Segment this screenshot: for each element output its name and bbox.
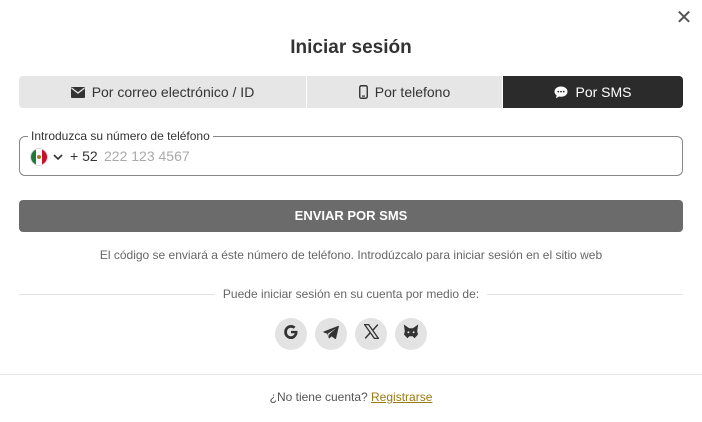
mexico-flag-icon [30, 148, 48, 166]
chevron-down-icon [53, 148, 63, 166]
country-selector[interactable] [30, 148, 63, 166]
send-sms-button[interactable]: ENVIAR POR SMS [19, 200, 683, 232]
social-login-label: Puede iniciar sesión en su cuenta por me… [222, 287, 480, 301]
register-footer: ¿No tiene cuenta? Registrarse [0, 390, 702, 404]
dial-code: + 52 [70, 148, 98, 164]
google-login-button[interactable] [275, 318, 307, 350]
tab-phone[interactable]: Por telefono [307, 76, 503, 108]
tab-email-id-label: Por correo electrónico / ID [91, 84, 255, 100]
x-login-button[interactable] [355, 318, 387, 350]
close-button[interactable]: ✕ [674, 8, 694, 28]
metamask-icon [403, 324, 419, 344]
envelope-icon [70, 86, 85, 98]
chat-bubble-icon [554, 86, 568, 99]
footer-divider [0, 374, 702, 375]
sms-hint-text: El código se enviará a éste número de te… [99, 248, 603, 262]
modal-title: Iniciar sesión [290, 37, 412, 58]
no-account-text: ¿No tiene cuenta? [269, 390, 368, 404]
telegram-login-button[interactable] [315, 318, 347, 350]
login-method-tabs: Por correo electrónico / ID Por telefono… [19, 76, 683, 108]
social-login-buttons [0, 318, 702, 350]
tab-phone-label: Por telefono [374, 84, 451, 100]
social-divider: Puede iniciar sesión en su cuenta por me… [19, 287, 684, 301]
google-icon [283, 324, 299, 345]
metamask-login-button[interactable] [395, 318, 427, 350]
tab-email-id[interactable]: Por correo electrónico / ID [19, 76, 307, 108]
telegram-icon [323, 325, 339, 344]
tab-sms-label: Por SMS [575, 84, 632, 100]
register-link[interactable]: Registrarse [371, 390, 432, 404]
phone-field-label: Introduzca su número de teléfono [28, 129, 213, 143]
divider-line-left [19, 293, 215, 295]
x-icon [362, 323, 380, 344]
tab-sms[interactable]: Por SMS [503, 76, 683, 108]
phone-number-field: Introduzca su número de teléfono + 52 [19, 129, 683, 176]
phone-input[interactable] [104, 146, 664, 166]
divider-line-right [487, 293, 684, 295]
close-icon: ✕ [675, 7, 693, 29]
mobile-phone-icon [358, 85, 368, 99]
